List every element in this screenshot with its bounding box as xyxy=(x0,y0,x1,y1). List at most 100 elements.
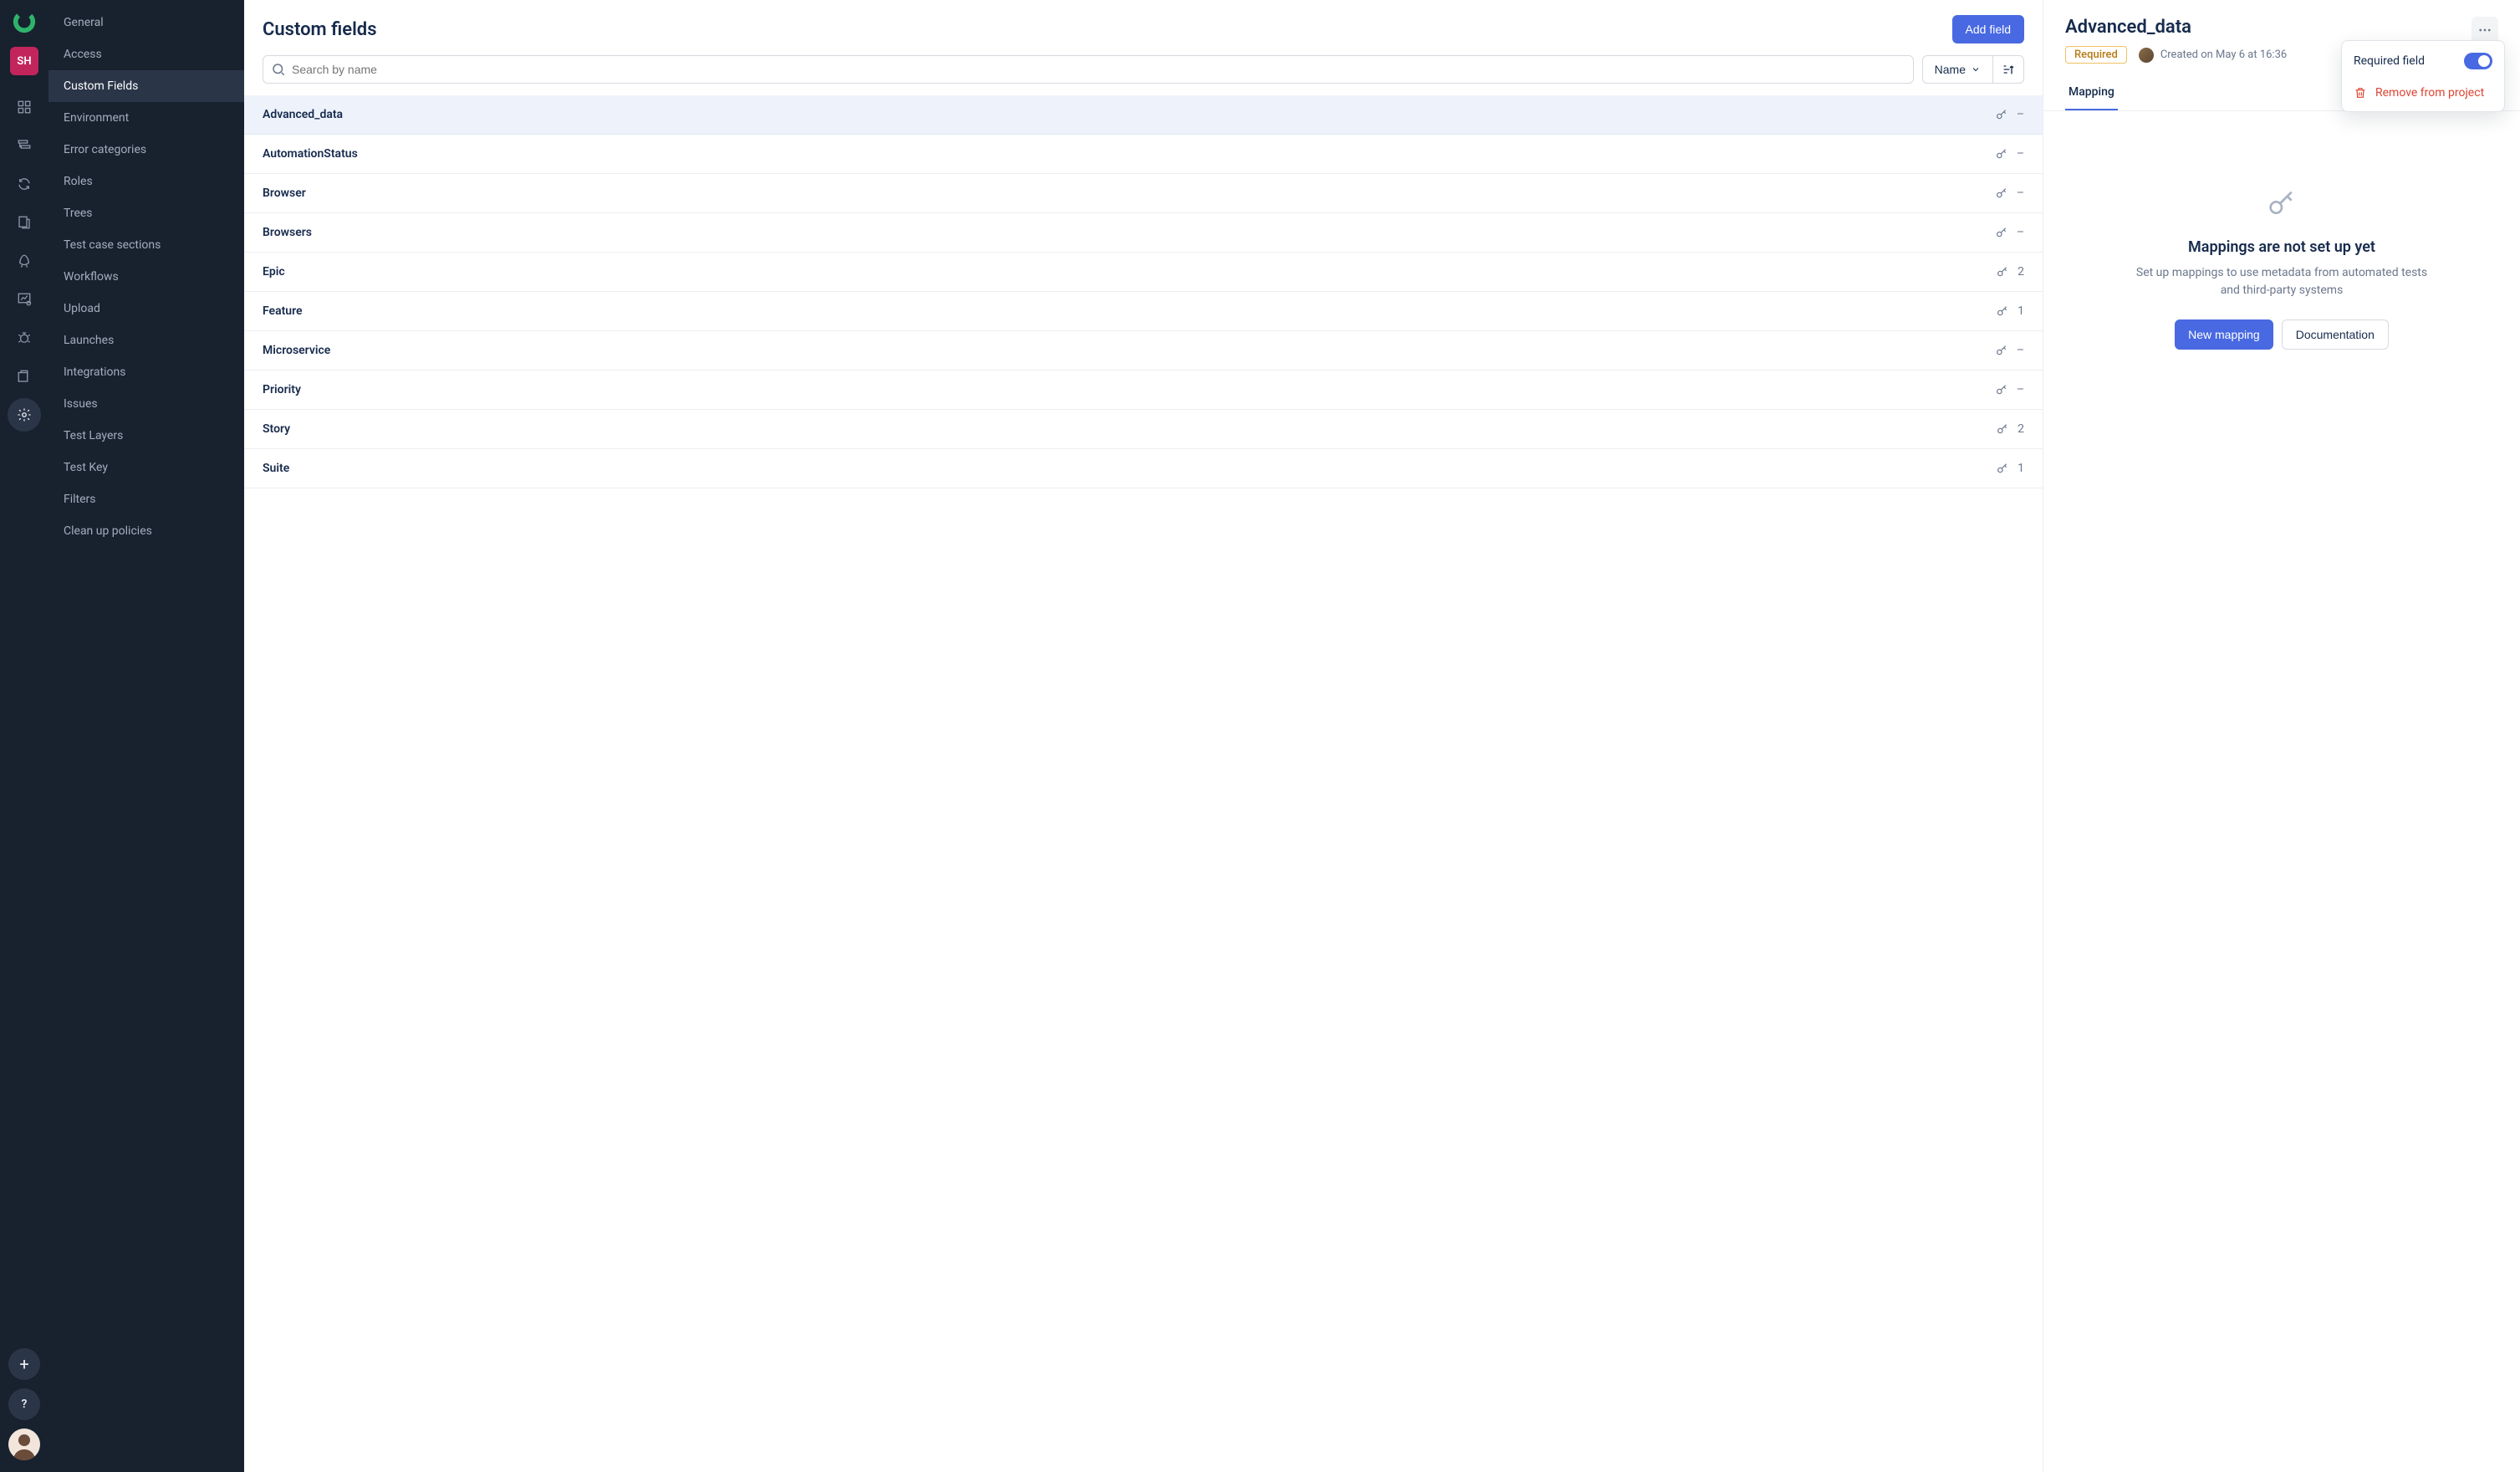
main-content: Custom fields Add field Name xyxy=(244,0,2520,1472)
field-row[interactable]: Epic 2 xyxy=(244,253,2043,292)
field-row[interactable]: Feature1 xyxy=(244,292,2043,331)
settings-nav: GeneralAccessCustom FieldsEnvironmentErr… xyxy=(48,0,244,1472)
rail-user-avatar[interactable] xyxy=(8,1429,40,1460)
field-count: 1 xyxy=(2018,304,2024,318)
field-row[interactable]: AutomationStatus – xyxy=(244,135,2043,174)
remove-from-project[interactable]: Remove from project xyxy=(2342,78,2504,108)
empty-subtitle: Set up mappings to use metadata from aut… xyxy=(2131,264,2432,299)
field-row[interactable]: Browser – xyxy=(244,174,2043,213)
field-count: 2 xyxy=(2018,422,2024,436)
nav-item-access[interactable]: Access xyxy=(48,38,244,70)
field-name: Advanced_data xyxy=(263,108,343,121)
rail-tree-icon[interactable] xyxy=(8,129,41,162)
app-logo[interactable] xyxy=(11,8,38,35)
trash-icon xyxy=(2354,86,2367,100)
field-name: Epic xyxy=(263,265,285,279)
nav-item-upload[interactable]: Upload xyxy=(48,293,244,325)
creator-avatar xyxy=(2139,48,2154,63)
search-input[interactable] xyxy=(263,55,1914,84)
field-list: Advanced_data–AutomationStatus–Browser–B… xyxy=(244,95,2043,488)
empty-state: Mappings are not set up yet Set up mappi… xyxy=(2043,111,2520,1472)
nav-item-integrations[interactable]: Integrations xyxy=(48,356,244,388)
field-row[interactable]: Browsers – xyxy=(244,213,2043,253)
nav-item-test-key[interactable]: Test Key xyxy=(48,452,244,483)
rail-dashboard-icon[interactable] xyxy=(8,90,41,124)
field-name: Suite xyxy=(263,462,289,475)
key-icon xyxy=(1995,383,2008,396)
tab-mapping[interactable]: Mapping xyxy=(2065,77,2118,110)
field-name: Priority xyxy=(263,383,301,396)
nav-item-test-case-sections[interactable]: Test case sections xyxy=(48,229,244,261)
sort-label: Name xyxy=(1935,63,1966,76)
icon-rail: SH + ? xyxy=(0,0,48,1472)
more-actions-menu: Required field Remove from project xyxy=(2341,40,2505,112)
required-field-toggle-row[interactable]: Required field xyxy=(2342,44,2504,78)
rail-cycles-icon[interactable] xyxy=(8,167,41,201)
nav-item-launches[interactable]: Launches xyxy=(48,325,244,356)
nav-item-custom-fields[interactable]: Custom Fields xyxy=(48,70,244,102)
field-count: 1 xyxy=(2018,462,2024,475)
documentation-button[interactable]: Documentation xyxy=(2282,319,2389,350)
key-icon xyxy=(1995,147,2008,161)
field-name: AutomationStatus xyxy=(263,147,358,161)
nav-item-roles[interactable]: Roles xyxy=(48,166,244,197)
custom-fields-pane: Custom fields Add field Name xyxy=(244,0,2043,1472)
key-icon xyxy=(1995,108,2008,121)
detail-title: Advanced_data xyxy=(2065,17,2191,38)
field-count: – xyxy=(2017,147,2024,161)
rail-settings-icon[interactable] xyxy=(8,398,41,432)
key-icon xyxy=(1995,187,2008,200)
project-avatar[interactable]: SH xyxy=(10,47,38,75)
key-icon xyxy=(2265,187,2298,223)
nav-item-workflows[interactable]: Workflows xyxy=(48,261,244,293)
key-icon xyxy=(1995,226,2008,239)
remove-label: Remove from project xyxy=(2375,86,2484,100)
sort-asc-icon xyxy=(2002,63,2015,76)
sort-field-button[interactable]: Name xyxy=(1922,55,1993,84)
field-count: – xyxy=(2017,187,2024,200)
key-icon xyxy=(1996,304,2009,318)
required-field-label: Required field xyxy=(2354,54,2425,68)
nav-item-error-categories[interactable]: Error categories xyxy=(48,134,244,166)
field-row[interactable]: Microservice– xyxy=(244,331,2043,371)
rail-add-button[interactable]: + xyxy=(8,1348,40,1380)
field-count: 2 xyxy=(2018,265,2024,279)
field-count: – xyxy=(2017,226,2024,239)
required-badge: Required xyxy=(2065,46,2127,64)
nav-item-filters[interactable]: Filters xyxy=(48,483,244,515)
nav-item-environment[interactable]: Environment xyxy=(48,102,244,134)
nav-item-test-layers[interactable]: Test Layers xyxy=(48,420,244,452)
nav-item-trees[interactable]: Trees xyxy=(48,197,244,229)
field-row[interactable]: Story 2 xyxy=(244,410,2043,449)
field-row[interactable]: Suite 1 xyxy=(244,449,2043,488)
field-count: – xyxy=(2017,383,2024,396)
ellipsis-icon xyxy=(2477,23,2492,38)
field-name: Browser xyxy=(263,187,306,200)
required-toggle[interactable] xyxy=(2464,53,2492,69)
created-text: Created on May 6 at 16:36 xyxy=(2160,49,2287,61)
field-name: Story xyxy=(263,422,290,436)
add-field-button[interactable]: Add field xyxy=(1952,15,2024,43)
key-icon xyxy=(1995,344,2008,357)
rail-analytics-icon[interactable] xyxy=(8,283,41,316)
field-detail-pane: Advanced_data Required Created on May 6 … xyxy=(2043,0,2520,1472)
rail-jobs-icon[interactable] xyxy=(8,360,41,393)
empty-title: Mappings are not set up yet xyxy=(2188,238,2375,256)
rail-testplans-icon[interactable] xyxy=(8,206,41,239)
new-mapping-button[interactable]: New mapping xyxy=(2175,319,2273,350)
page-title: Custom fields xyxy=(263,19,377,40)
created-info: Created on May 6 at 16:36 xyxy=(2139,48,2287,63)
key-icon xyxy=(1996,422,2009,436)
field-name: Browsers xyxy=(263,226,312,239)
field-row[interactable]: Advanced_data– xyxy=(244,95,2043,135)
chevron-down-icon xyxy=(1971,64,1981,74)
nav-item-general[interactable]: General xyxy=(48,7,244,38)
nav-item-issues[interactable]: Issues xyxy=(48,388,244,420)
rail-defects-icon[interactable] xyxy=(8,321,41,355)
sort-direction-button[interactable] xyxy=(1993,55,2024,84)
field-row[interactable]: Priority – xyxy=(244,371,2043,410)
rail-launches-icon[interactable] xyxy=(8,244,41,278)
key-icon xyxy=(1996,462,2009,475)
rail-help-button[interactable]: ? xyxy=(8,1388,40,1420)
nav-item-clean-up-policies[interactable]: Clean up policies xyxy=(48,515,244,547)
